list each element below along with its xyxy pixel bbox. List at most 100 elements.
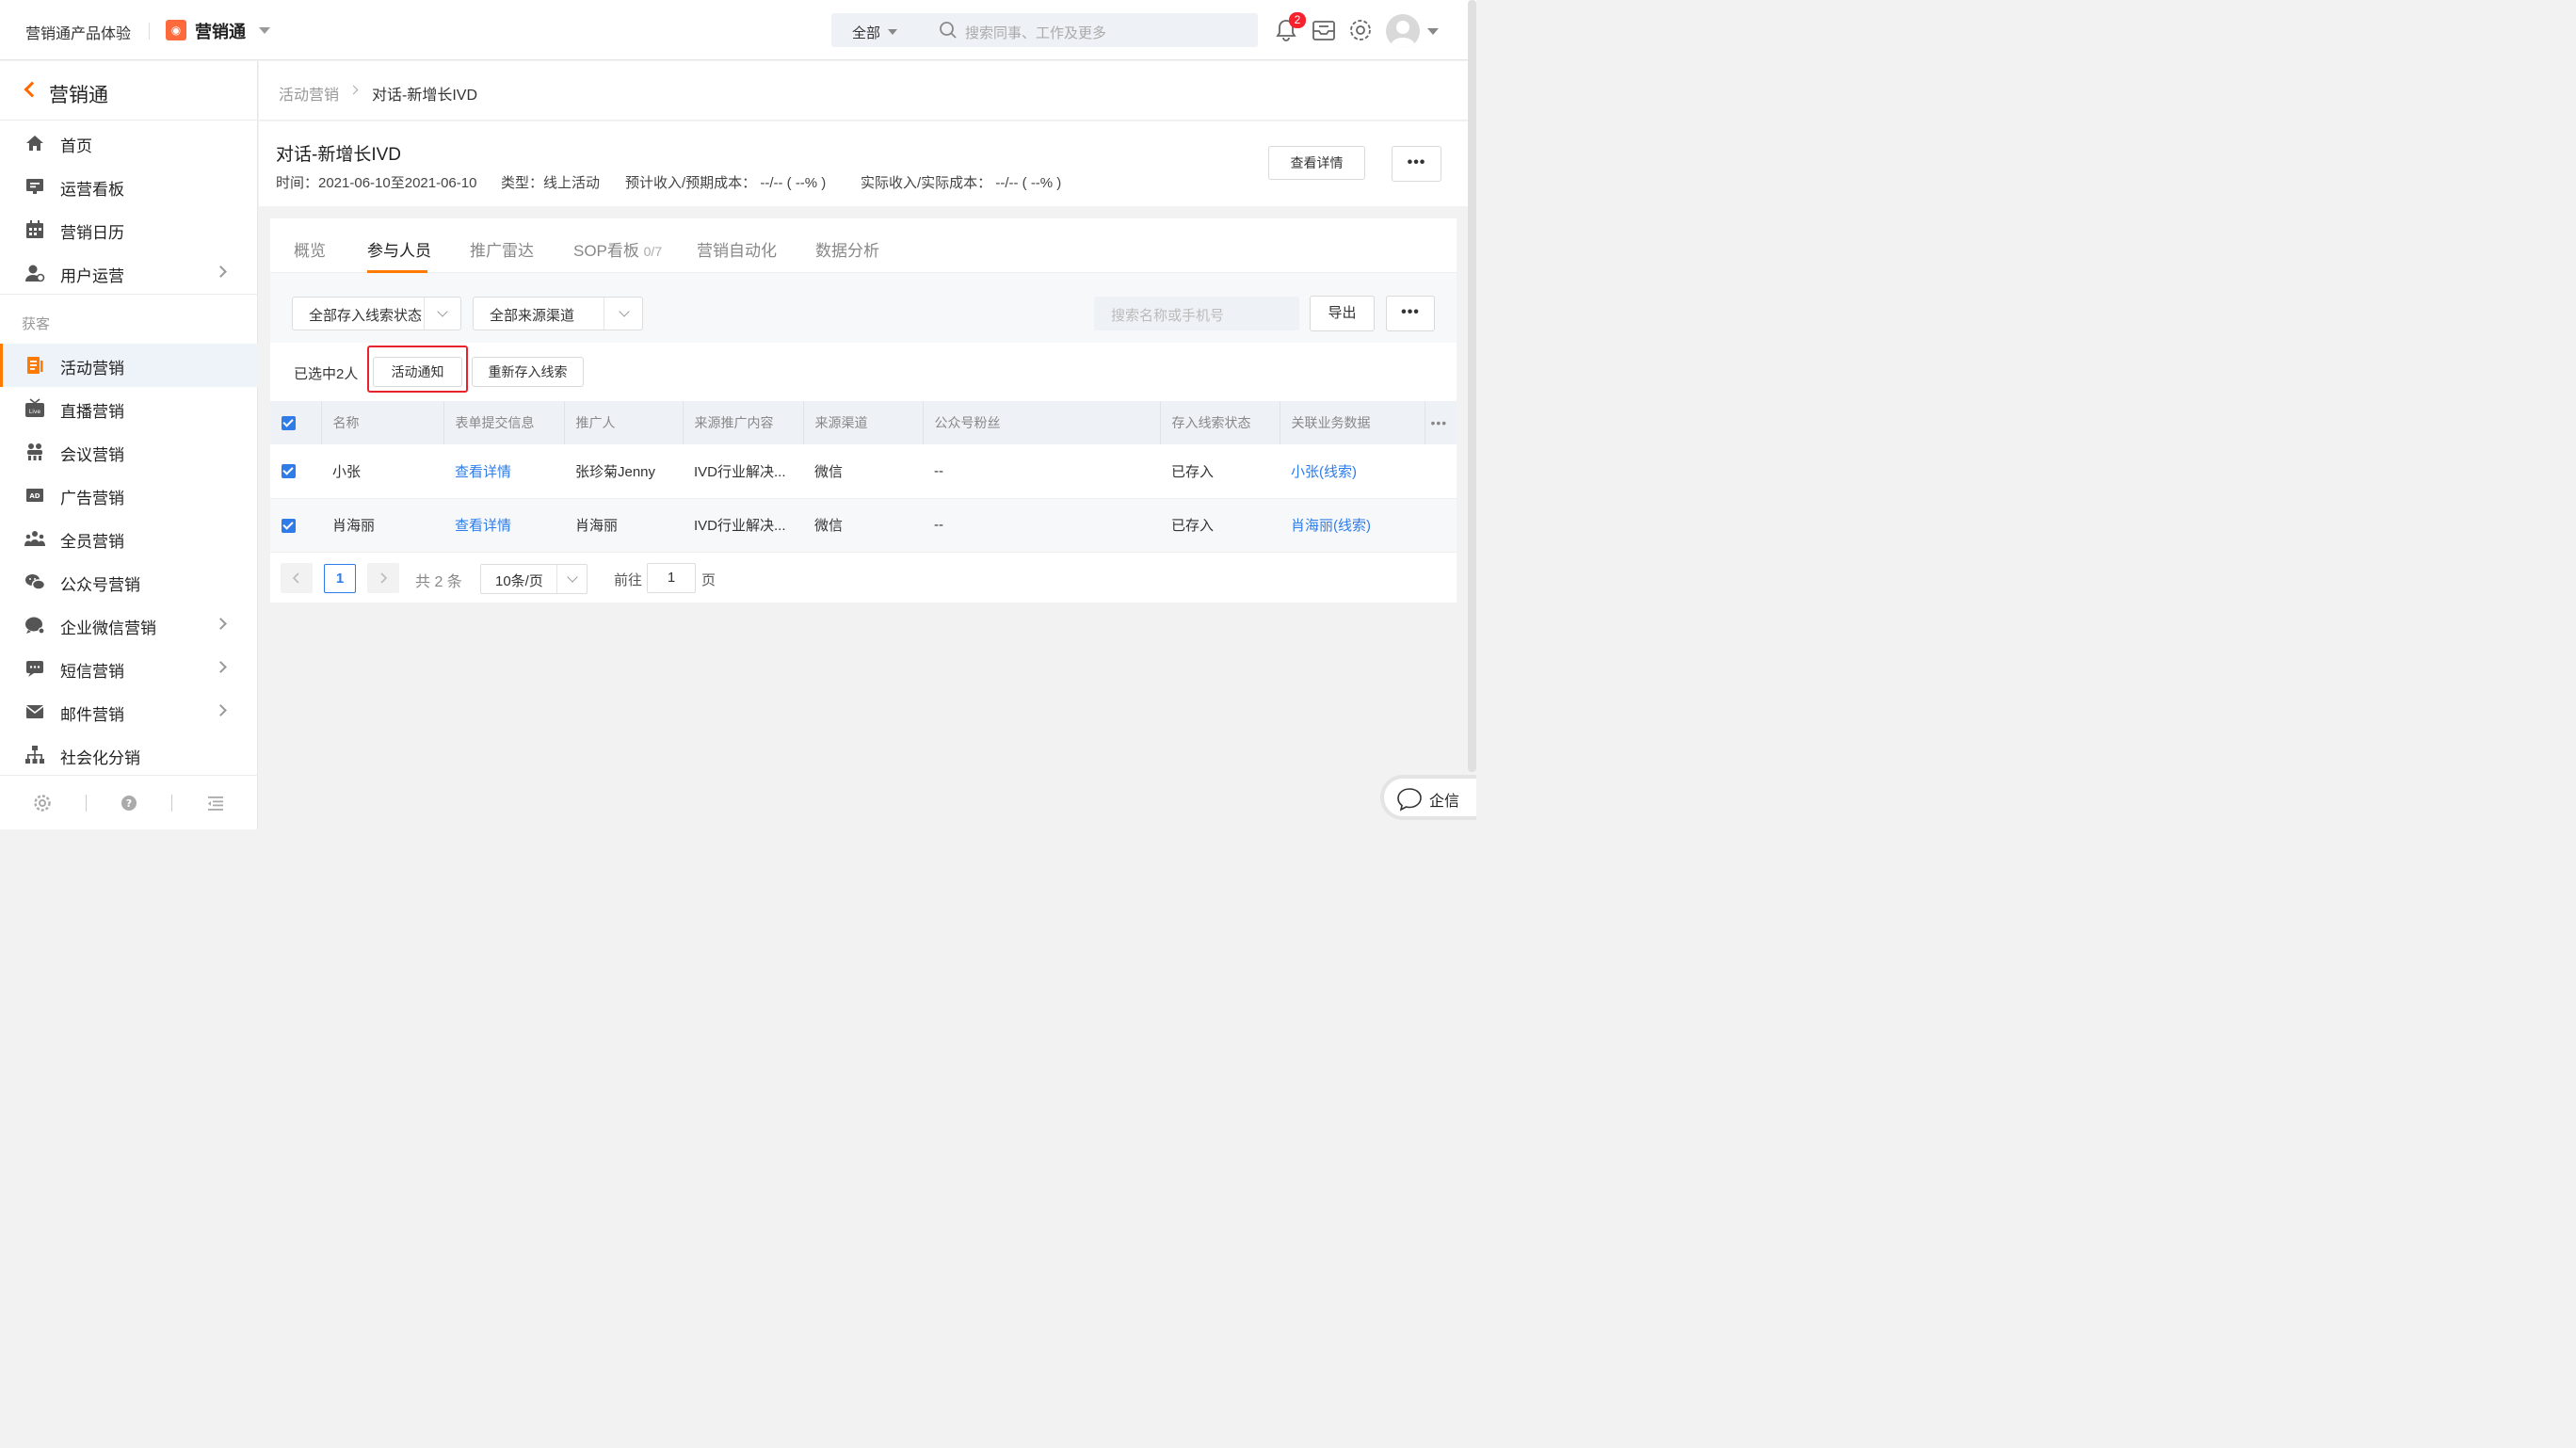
form-detail-link[interactable]: 查看详情 (443, 498, 564, 553)
sidebar-item-ad-marketing[interactable]: AD 广告营销 (0, 474, 258, 517)
global-search[interactable]: 全部 搜索同事、工作及更多 (831, 13, 1258, 47)
lead-status-select[interactable]: 全部存入线索状态 (292, 297, 461, 330)
column-header[interactable]: 名称 (321, 401, 444, 444)
chevron-down-icon[interactable] (888, 29, 897, 35)
inbox-icon[interactable] (1310, 16, 1338, 44)
column-header[interactable]: 来源推广内容 (683, 401, 804, 444)
qixin-label: 企信 (1429, 794, 1460, 810)
live-icon: Live (25, 398, 44, 417)
chat-bubble-icon (1397, 788, 1422, 812)
lead-status: 已存入 (1160, 444, 1280, 499)
chevron-down-icon[interactable] (1427, 28, 1439, 35)
prev-page-button[interactable] (281, 563, 313, 593)
divider (424, 298, 425, 330)
source-channel-select[interactable]: 全部来源渠道 (473, 297, 643, 330)
sidebar-item-activity-marketing[interactable]: 活动营销 (0, 344, 258, 387)
related-data-link[interactable]: 小张(线索) (1280, 444, 1425, 499)
column-header[interactable]: 推广人 (564, 401, 684, 444)
sms-icon (26, 661, 43, 677)
breadcrumb-parent[interactable]: 活动营销 (279, 82, 339, 105)
gear-icon[interactable] (1346, 16, 1375, 44)
sidebar-title[interactable]: 营销通 (49, 80, 108, 108)
sidebar-item-label: 邮件营销 (60, 706, 124, 724)
participant-search-input[interactable]: 搜索名称或手机号 (1094, 297, 1299, 330)
sidebar-item-email-marketing[interactable]: 邮件营销 (0, 690, 258, 733)
promoter: 张珍菊Jenny (564, 444, 683, 499)
export-button[interactable]: 导出 (1310, 296, 1375, 331)
help-icon[interactable]: ? (119, 793, 139, 813)
sidebar-item-label: 社会化分销 (60, 749, 140, 767)
column-header[interactable]: 来源渠道 (803, 401, 924, 444)
top-bar: 营销通产品体验 ◉ 营销通 全部 搜索同事、工作及更多 2 (0, 0, 1476, 60)
tab-overview[interactable]: 概览 (294, 237, 326, 261)
search-placeholder: 搜索名称或手机号 (1111, 308, 1225, 324)
settings-icon[interactable] (32, 793, 53, 813)
participant-name: 肖海丽 (321, 498, 443, 553)
source-content: IVD行业解决... (683, 444, 803, 499)
selection-bar: 已选中2人 活动通知 重新存入线索 (270, 343, 1457, 401)
column-settings-icon[interactable]: ••• (1425, 401, 1457, 444)
chevron-down-icon (567, 571, 578, 583)
page-title: 对话-新增长IVD (276, 145, 402, 165)
qixin-chat-button[interactable]: 企信 (1380, 775, 1476, 820)
activity-notify-button[interactable]: 活动通知 (373, 357, 462, 387)
sidebar-item-label: 短信营销 (60, 663, 124, 681)
chevron-down-icon[interactable] (259, 27, 270, 34)
more-button[interactable]: ••• (1392, 146, 1441, 182)
column-header[interactable]: 关联业务数据 (1280, 401, 1425, 444)
page-size-select[interactable]: 10条/页 (480, 564, 588, 594)
select-all-checkbox[interactable] (270, 401, 322, 444)
sidebar-item-live-marketing[interactable]: Live 直播营销 (0, 387, 258, 430)
tab-bar: 概览 参与人员 推广雷达 SOP看板 0/7 营销自动化 数据分析 (270, 218, 1457, 273)
table-row[interactable]: 肖海丽 查看详情 肖海丽 IVD行业解决... 微信 -- 已存入 肖海丽(线索… (270, 498, 1457, 553)
tab-marketing-automation[interactable]: 营销自动化 (697, 237, 777, 261)
sidebar-item-home[interactable]: 首页 (0, 121, 258, 165)
divider (86, 795, 87, 812)
related-data-link[interactable]: 肖海丽(线索) (1280, 498, 1425, 553)
sidebar-item-label: 全员营销 (60, 533, 124, 551)
sidebar-item-sms-marketing[interactable]: 短信营销 (0, 647, 258, 690)
tab-promotion-radar[interactable]: 推广雷达 (470, 237, 534, 261)
tab-participants[interactable]: 参与人员 (367, 237, 431, 261)
wecom-icon (25, 617, 45, 635)
sidebar-item-meeting-marketing[interactable]: 会议营销 (0, 430, 258, 474)
more-button[interactable]: ••• (1386, 296, 1435, 331)
search-scope-select[interactable]: 全部 (852, 23, 880, 42)
participant-name: 小张 (321, 444, 443, 499)
app-switcher[interactable]: 营销通 (195, 19, 246, 43)
table-row[interactable]: 小张 查看详情 张珍菊Jenny IVD行业解决... 微信 -- 已存入 小张… (270, 444, 1457, 499)
sidebar-item-label: 营销日历 (60, 224, 124, 242)
page-number-current[interactable]: 1 (324, 564, 356, 593)
sidebar-item-label: 企业微信营销 (60, 619, 156, 637)
tab-sop-board[interactable]: SOP看板 0/7 (573, 237, 662, 261)
column-header[interactable]: 公众号粉丝 (923, 401, 1161, 444)
chevron-right-icon (348, 85, 359, 95)
selected-count: 已选中2人 (294, 366, 359, 382)
divider (0, 775, 258, 776)
tab-data-analysis[interactable]: 数据分析 (815, 237, 879, 261)
product-name[interactable]: 营销通产品体验 (25, 21, 131, 43)
sidebar-item-wecom-marketing[interactable]: 企业微信营销 (0, 603, 258, 647)
sidebar-item-calendar[interactable]: 营销日历 (0, 208, 258, 251)
sidebar-item-dashboard[interactable]: 运营看板 (0, 165, 258, 208)
avatar[interactable] (1386, 14, 1420, 48)
search-input[interactable]: 搜索同事、工作及更多 (965, 23, 1106, 42)
sidebar-item-label: 会议营销 (60, 446, 124, 464)
collapse-menu-icon[interactable] (205, 793, 226, 813)
sidebar-item-user-ops[interactable]: 用户运营 (0, 251, 258, 295)
checkbox-checked-icon[interactable] (282, 416, 296, 431)
row-checkbox[interactable] (282, 464, 296, 479)
goto-page-input[interactable]: 1 (647, 563, 696, 593)
row-checkbox[interactable] (282, 518, 296, 533)
sidebar-item-wechat-official-marketing[interactable]: 公众号营销 (0, 560, 258, 603)
scrollbar[interactable] (1468, 0, 1476, 772)
next-page-button[interactable] (367, 563, 399, 593)
restore-leads-button[interactable]: 重新存入线索 (472, 357, 584, 387)
view-detail-button[interactable]: 查看详情 (1268, 146, 1365, 180)
form-detail-link[interactable]: 查看详情 (443, 444, 564, 499)
column-header[interactable]: 存入线索状态 (1160, 401, 1280, 444)
column-header[interactable]: 表单提交信息 (443, 401, 565, 444)
sidebar-item-social-distribution[interactable]: 社会化分销 (0, 733, 258, 777)
source-channel: 微信 (803, 498, 923, 553)
sidebar-item-all-staff-marketing[interactable]: 全员营销 (0, 517, 258, 560)
